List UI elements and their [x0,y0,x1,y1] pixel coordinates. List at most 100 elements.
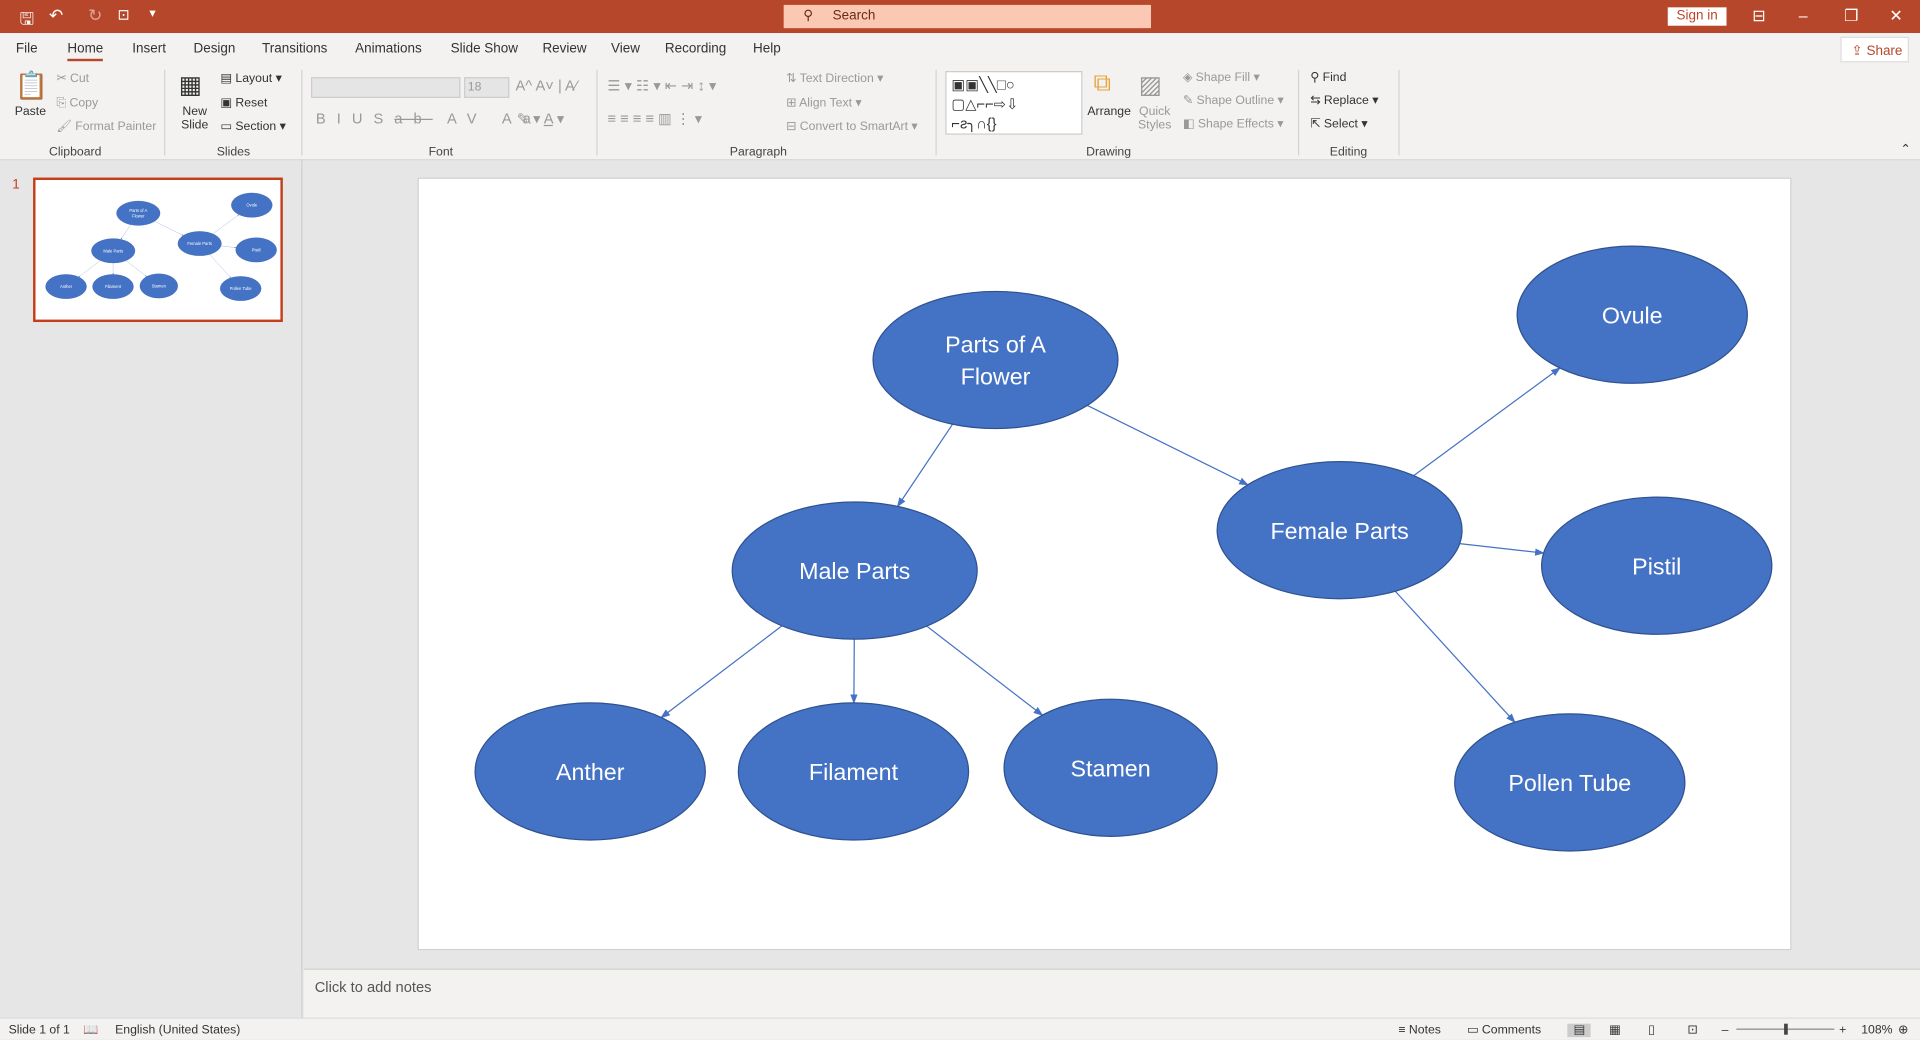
fit-slide-icon[interactable]: ⊕ [1898,1024,1908,1037]
new-slide-button[interactable]: New Slide [176,105,213,132]
title-bar: 🖫 ↶ ↻ ⊡ ▾ Concept Map - PowerPoint ⚲Sear… [0,0,1920,35]
share-icon: ⇪ [1851,44,1867,59]
find-button[interactable]: ⚲ Find [1310,71,1346,84]
node-label: Anther [556,759,625,785]
connector-female-pollen[interactable] [1394,590,1516,724]
node-label: Filament [809,759,899,785]
text-direction-button[interactable]: ⇅ Text Direction ▾ [786,72,883,85]
close-icon[interactable]: ✕ [1889,6,1902,26]
notes-button[interactable]: ≡ Notes [1398,1024,1441,1037]
zoom-slider-thumb[interactable] [1784,1023,1788,1035]
undo-icon[interactable]: ↶ [49,5,63,26]
minimize-icon[interactable]: – [1799,6,1808,24]
save-icon[interactable]: 🖫 [20,6,35,35]
tab-help[interactable]: Help [753,42,781,57]
language-button[interactable]: English (United States) [115,1024,240,1037]
node-label: Pistil [1632,553,1681,579]
collapse-ribbon-icon[interactable]: ⌃ [1900,143,1910,156]
zoom-level[interactable]: 108% [1861,1024,1892,1037]
node-label: Flower [961,363,1031,389]
layout-button[interactable]: ▤ Layout ▾ [220,72,281,85]
notes-input[interactable]: Click to add notes [303,968,1920,1018]
align-text-button[interactable]: ⊞ Align Text ▾ [786,97,861,110]
tab-home[interactable]: Home [67,42,104,62]
copy-button[interactable]: ⎘ Copy [56,97,98,110]
font-group-label: Font [428,145,454,160]
connector-female-pistil[interactable] [1459,543,1545,556]
highlight-color-button[interactable]: ✎ ▾ A ▾ [517,110,565,127]
ribbon: 📋 Paste ✂ Cut ⎘ Copy 🖌 Format Painter Cl… [0,64,1920,161]
reset-button[interactable]: ▣ Reset [220,97,267,110]
connector-female-ovule[interactable] [1413,367,1561,477]
arrange-button[interactable]: Arrange [1087,105,1131,118]
node-label: Ovule [1602,302,1663,328]
connector-root-female[interactable] [1087,404,1249,486]
align-buttons[interactable]: ≡ ≡ ≡ ≡ ▥ ⋮ ▾ [607,110,702,127]
ribbon-display-icon[interactable]: ⊟ [1752,6,1765,26]
font-size-select[interactable]: 18 [464,77,510,98]
node-label: Stamen [1071,755,1151,781]
zoom-in-button[interactable]: + [1839,1024,1846,1037]
tab-slide-show[interactable]: Slide Show [451,42,518,57]
normal-view-icon[interactable]: ▤ [1567,1023,1592,1038]
arrange-icon[interactable]: ⧉ [1093,70,1110,98]
tab-file[interactable]: File [16,42,38,57]
shape-fill-button[interactable]: ◈ Shape Fill ▾ [1183,71,1260,84]
spellcheck-icon[interactable]: 📖 [83,1024,98,1037]
font-format-buttons[interactable]: BIUSab AV Aa [316,110,542,127]
slide-thumbnail-1[interactable] [33,177,283,323]
paragraph-group-label: Paragraph [729,145,787,160]
tab-animations[interactable]: Animations [355,42,422,57]
slide-counter: Slide 1 of 1 [8,1023,70,1038]
clipboard-group-label: Clipboard [48,145,102,160]
share-button[interactable]: ⇪ Share [1840,36,1909,63]
node-root[interactable] [872,290,1119,430]
font-name-select[interactable] [311,77,461,98]
connector-male-anther[interactable] [660,625,783,719]
reading-view-icon[interactable]: ▯ [1648,1024,1655,1037]
shape-outline-button[interactable]: ✎ Shape Outline ▾ [1183,94,1284,107]
redo-icon[interactable]: ↻ [88,5,102,26]
section-button[interactable]: ▭ Section ▾ [220,120,285,133]
connector-root-male[interactable] [896,423,954,508]
search-input[interactable]: ⚲ Search [783,4,1152,29]
quick-styles-icon[interactable]: ▨ [1139,70,1162,101]
tab-insert[interactable]: Insert [132,42,166,57]
select-button[interactable]: ⇱ Select ▾ [1310,118,1367,131]
new-slide-icon[interactable]: ▦ [179,70,202,101]
paste-button[interactable]: Paste [15,105,46,118]
restore-icon[interactable]: ❐ [1844,6,1858,26]
comments-button[interactable]: ▭ Comments [1467,1024,1541,1037]
tab-design[interactable]: Design [193,42,235,57]
slides-group-label: Slides [216,145,251,160]
paste-icon[interactable]: 📋 [15,70,49,102]
connector-male-stamen[interactable] [926,625,1044,716]
slideshow-icon[interactable]: ⊡ [1687,1024,1697,1037]
search-icon: ⚲ [803,8,814,24]
tab-recording[interactable]: Recording [665,42,726,57]
zoom-out-button[interactable]: – [1722,1024,1729,1037]
convert-smartart-button[interactable]: ⊟ Convert to SmartArt ▾ [786,120,917,133]
slide-number: 1 [12,177,20,193]
quick-styles-button[interactable]: Quick Styles [1134,105,1176,132]
cut-button[interactable]: ✂ Cut [56,72,89,85]
slide-sorter-icon[interactable]: ▦ [1609,1024,1621,1037]
font-size-tools[interactable]: A^ A˅ | A⁄ [516,77,578,94]
replace-button[interactable]: ⇆ Replace ▾ [1310,94,1378,107]
shapes-gallery[interactable]: ▣▣╲╲□○ ▢△⌐⌐⇨⇩ ⌐ƨ╮∩{} [945,71,1083,135]
share-label: Share [1866,44,1903,59]
shape-effects-button[interactable]: ◧ Shape Effects ▾ [1183,118,1284,131]
format-painter-button[interactable]: 🖌 Format Painter [56,120,156,133]
node-label: Male Parts [799,558,910,584]
sign-in-button[interactable]: Sign in [1667,7,1727,26]
node-label: Parts of A [945,332,1046,358]
search-placeholder: Search [832,8,876,24]
tab-transitions[interactable]: Transitions [262,42,327,57]
slide-canvas[interactable]: Parts of A Flower Male Parts Female Parts Ov… [417,177,1792,951]
list-buttons[interactable]: ☰ ▾ ☷ ▾ ⇤ ⇥ ↕ ▾ [607,77,716,94]
node-label: Female Parts [1270,518,1408,544]
tab-view[interactable]: View [611,42,640,57]
present-icon[interactable]: ⊡ [118,6,130,23]
customize-toolbar-icon[interactable]: ▾ [149,7,155,20]
tab-review[interactable]: Review [542,42,586,57]
